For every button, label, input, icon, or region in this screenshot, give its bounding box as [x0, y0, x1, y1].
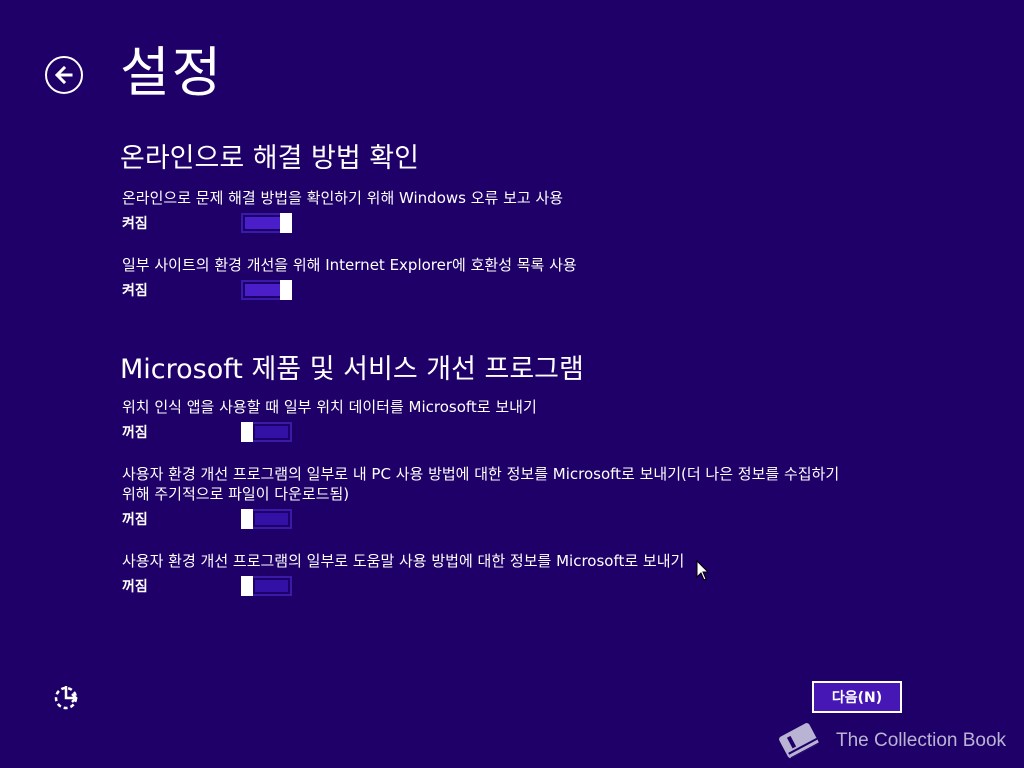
toggle-state-label-ie-compat: 켜짐: [122, 283, 148, 299]
ease-of-access-button[interactable]: [52, 684, 80, 712]
setting-description-line: 위해 주기적으로 파일이 다운로드됨): [122, 485, 350, 503]
toggle-thumb: [280, 213, 292, 233]
setting-description-ie-compat: 일부 사이트의 환경 개선을 위해 Internet Explorer에 호환성…: [122, 256, 577, 274]
book-icon: [779, 723, 820, 759]
back-arrow-icon: [54, 65, 73, 85]
toggle-state-label-help-usage: 꺼짐: [122, 579, 148, 595]
toggle-location-data[interactable]: [241, 422, 292, 442]
toggle-ie-compat[interactable]: [241, 280, 292, 300]
toggle-fill: [245, 217, 281, 229]
toggle-help-usage[interactable]: [241, 576, 292, 596]
ease-of-access-icon: [54, 686, 78, 710]
section-heading-ceip: Microsoft 제품 및 서비스 개선 프로그램: [120, 354, 584, 385]
setting-description-line: 사용자 환경 개선 프로그램의 일부로 내 PC 사용 방법에 대한 정보를 M…: [122, 465, 840, 483]
toggle-thumb: [241, 576, 253, 596]
toggle-fill: [245, 284, 281, 296]
toggle-fill: [255, 580, 288, 592]
watermark: The Collection Book: [772, 716, 1006, 766]
setting-description-location-data: 위치 인식 앱을 사용할 때 일부 위치 데이터를 Microsoft로 보내기: [122, 398, 537, 416]
watermark-text: The Collection Book: [836, 730, 1007, 751]
toggle-error-reporting[interactable]: [241, 213, 292, 233]
mouse-cursor-icon: [696, 560, 710, 581]
toggle-fill: [255, 513, 288, 525]
toggle-fill: [255, 426, 288, 438]
page-title: 설정: [120, 41, 224, 104]
toggle-thumb: [241, 422, 253, 442]
setting-description-error-reporting: 온라인으로 문제 해결 방법을 확인하기 위해 Windows 오류 보고 사용: [122, 189, 564, 207]
toggle-ceip-pc-usage[interactable]: [241, 509, 292, 529]
toggle-thumb: [280, 280, 292, 300]
toggle-state-label-ceip-pc-usage: 꺼짐: [122, 512, 148, 528]
back-button[interactable]: [45, 56, 83, 94]
next-button[interactable]: 다음(N): [812, 681, 902, 713]
toggle-state-label-location-data: 꺼짐: [122, 425, 148, 441]
toggle-thumb: [241, 509, 253, 529]
setting-description-help-usage: 사용자 환경 개선 프로그램의 일부로 도움말 사용 방법에 대한 정보를 Mi…: [122, 552, 685, 570]
toggle-state-label-error-reporting: 켜짐: [122, 216, 148, 232]
setting-description-ceip-pc-usage: 사용자 환경 개선 프로그램의 일부로 내 PC 사용 방법에 대한 정보를 M…: [122, 464, 902, 504]
section-heading-online-solutions: 온라인으로 해결 방법 확인: [120, 143, 419, 174]
